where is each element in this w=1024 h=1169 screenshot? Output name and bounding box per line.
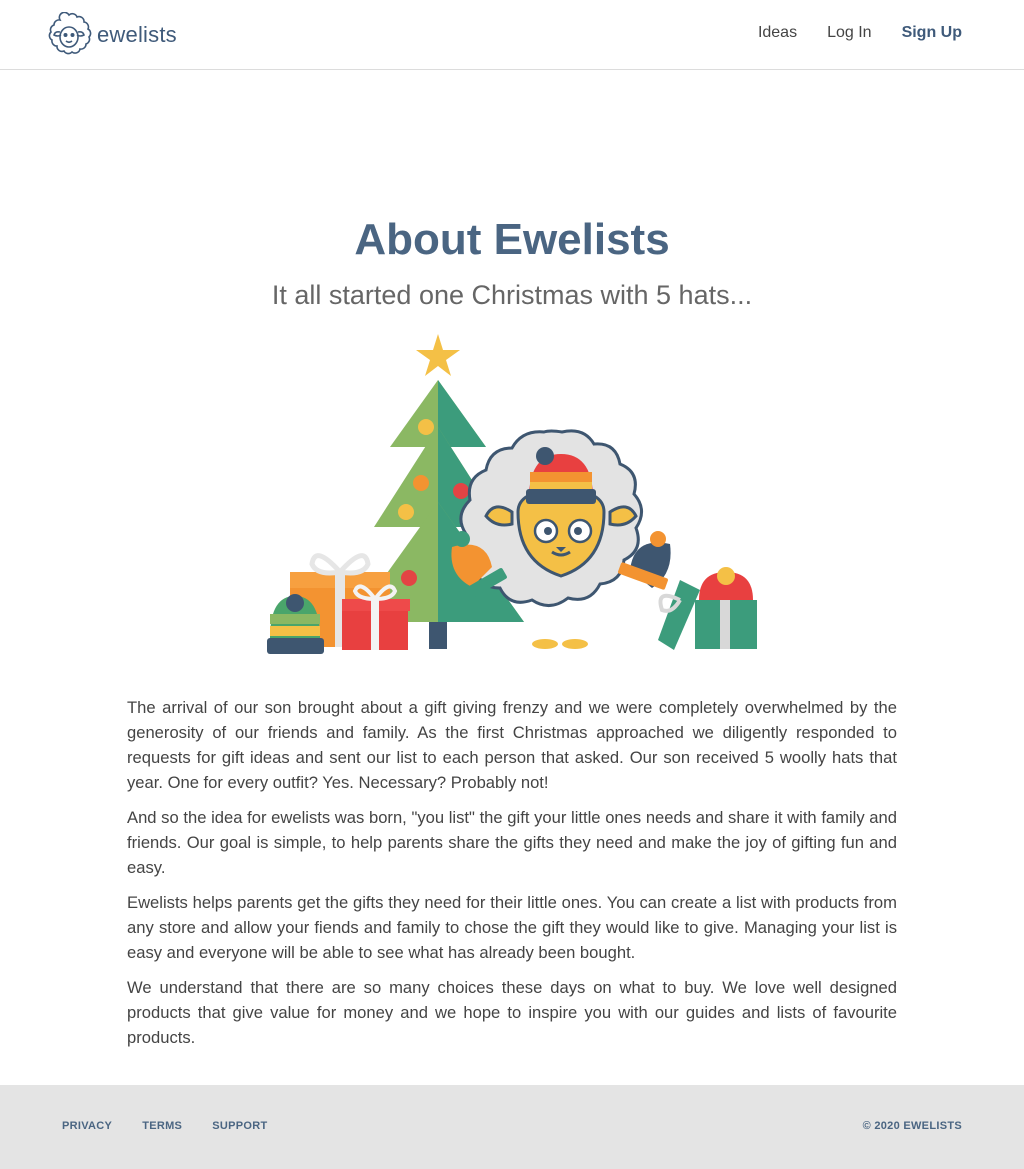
about-paragraph: Ewelists helps parents get the gifts the… <box>127 893 897 962</box>
footer-terms-link[interactable]: TERMS <box>142 1120 182 1132</box>
about-paragraph: The arrival of our son brought about a g… <box>127 698 897 792</box>
main-nav: Ideas Log In Sign Up <box>728 24 962 42</box>
about-content: The arrival of our son brought about a g… <box>127 695 897 1060</box>
nav-ideas-link[interactable]: Ideas <box>758 24 797 42</box>
site-footer: PRIVACY TERMS SUPPORT © 2020 EWELISTS <box>0 1085 1024 1169</box>
footer-links: PRIVACY TERMS SUPPORT <box>62 1120 297 1132</box>
christmas-sheep-illustration <box>267 334 757 654</box>
page-subtitle: It all started one Christmas with 5 hats… <box>271 280 753 310</box>
copyright-text: © 2020 EWELISTS <box>862 1120 962 1132</box>
about-paragraph: And so the idea for ewelists was born, "… <box>127 808 897 877</box>
brand-logo-link[interactable]: ewelists <box>46 12 177 58</box>
footer-support-link[interactable]: SUPPORT <box>212 1120 267 1132</box>
nav-signup-link[interactable]: Sign Up <box>902 24 962 42</box>
brand-name: ewelists <box>97 22 177 47</box>
green-present-icon <box>658 567 757 650</box>
nav-login-link[interactable]: Log In <box>827 24 871 42</box>
site-header: ewelists Ideas Log In Sign Up <box>0 0 1024 70</box>
about-paragraph: We understand that there are so many cho… <box>127 978 897 1047</box>
sheep-logo-icon <box>48 12 92 55</box>
footer-privacy-link[interactable]: PRIVACY <box>62 1120 112 1132</box>
page-title: About Ewelists <box>354 215 670 264</box>
